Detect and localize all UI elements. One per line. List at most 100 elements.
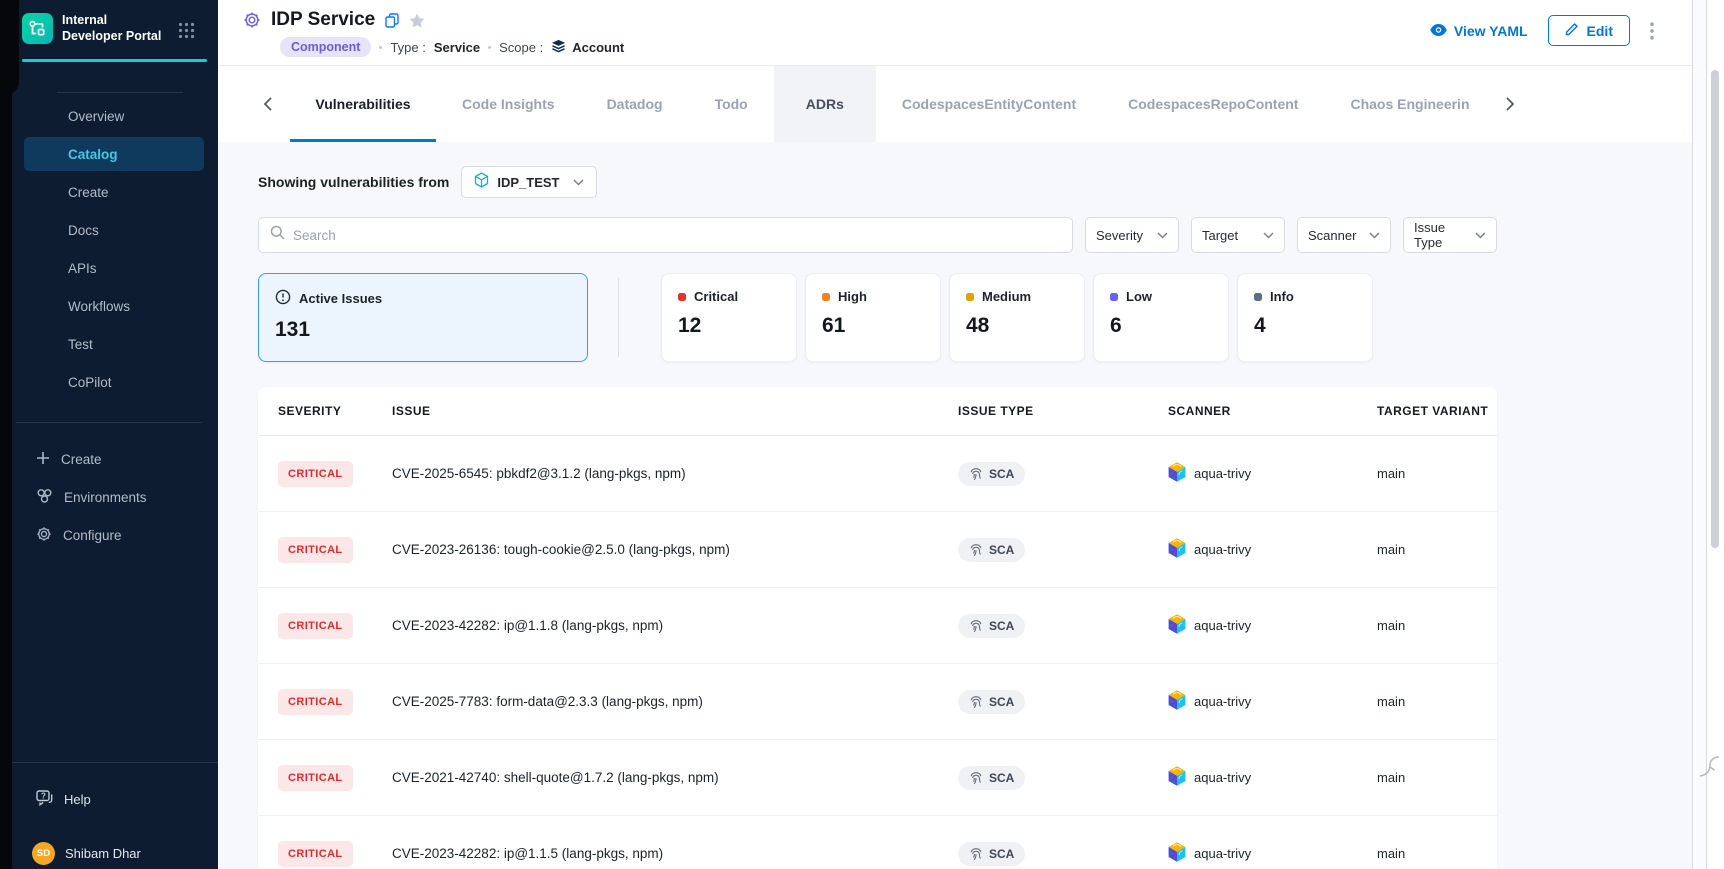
info-card[interactable]: Info 4 [1237,273,1373,362]
table-row[interactable]: CRITICAL CVE-2023-42282: ip@1.1.5 (lang-… [258,816,1497,869]
issue-type-label: SCA [989,619,1014,633]
column-scanner: SCANNER [1168,404,1377,418]
source-select[interactable]: IDP_TEST [461,166,597,198]
table-row[interactable]: CRITICAL CVE-2025-6545: pbkdf2@3.1.2 (la… [258,436,1497,512]
sidebar-item-docs[interactable]: Docs [24,213,204,247]
target-variant: main [1377,846,1497,861]
scanner-name: aqua-trivy [1194,770,1251,785]
tab-label: Vulnerabilities [315,96,410,112]
table-row[interactable]: CRITICAL CVE-2023-42282: ip@1.1.8 (lang-… [258,588,1497,664]
sidebar-item-environments[interactable]: Environments [36,478,206,516]
severity-badge: CRITICAL [278,461,353,487]
tab-label: Todo [715,96,748,112]
table-row[interactable]: CRITICAL CVE-2021-42740: shell-quote@1.7… [258,740,1497,816]
aqua-trivy-icon [1168,842,1186,865]
sidebar-item-label: Create [61,452,102,467]
outer-nav-rail [0,0,12,869]
critical-dot [678,293,686,301]
filter-label: Issue Type [1414,220,1475,250]
vertical-scrollbar-thumb[interactable] [1711,70,1719,548]
sidebar-secondary-nav: Create Environments Configure [36,440,206,554]
sidebar-item-create[interactable]: Create [24,175,204,209]
sidebar-accent-line [22,59,207,62]
sidebar: Internal Developer Portal Overview Catal… [0,0,218,869]
filter-label: Severity [1096,228,1143,243]
tab-adrs[interactable]: ADRs [774,66,876,142]
scanner-filter[interactable]: Scanner [1297,217,1391,253]
sidebar-item-label: CoPilot [68,375,112,390]
sidebar-item-copilot[interactable]: CoPilot [24,365,204,399]
issue-type-badge: SCA [958,766,1025,790]
view-yaml-button[interactable]: View YAML [1430,23,1528,39]
issue-text: CVE-2023-26136: tough-cookie@2.5.0 (lang… [392,542,958,557]
card-label: Info [1270,289,1294,304]
card-value: 48 [966,314,1068,338]
tab-vulnerabilities[interactable]: Vulnerabilities [290,66,436,142]
tabs-scroll-left-icon[interactable] [264,97,272,111]
edit-button[interactable]: Edit [1548,15,1630,46]
logo-icon [22,13,53,44]
sidebar-item-overview[interactable]: Overview [24,99,204,133]
avatar: SD [32,842,55,865]
tab-label: ADRs [806,96,844,112]
tabs-scroll-right-icon[interactable] [1506,97,1514,111]
copy-icon[interactable] [385,13,399,28]
sidebar-item-configure[interactable]: Configure [36,516,206,554]
fingerprint-icon [969,619,983,633]
user-menu[interactable]: SD Shibam Dhar [32,842,141,865]
sidebar-item-catalog[interactable]: Catalog [24,137,204,171]
tab-todo[interactable]: Todo [689,66,774,142]
target-variant: main [1377,694,1497,709]
more-options-kebab-icon[interactable] [1650,22,1654,40]
entity-meta: Component Type : Service Scope : Account [280,36,624,58]
high-card[interactable]: High 61 [805,273,941,362]
low-dot [1110,293,1118,301]
aqua-trivy-icon [1168,538,1186,561]
scanner-name: aqua-trivy [1194,694,1251,709]
fingerprint-icon [969,695,983,709]
app-title: Internal Developer Portal [62,13,162,44]
sidebar-item-label: Catalog [68,147,118,162]
issue-type-badge: SCA [958,538,1025,562]
issue-text: CVE-2023-42282: ip@1.1.5 (lang-pkgs, npm… [392,846,958,861]
table-row[interactable]: CRITICAL CVE-2025-7783: form-data@2.3.3 … [258,664,1497,740]
table-row[interactable]: CRITICAL CVE-2023-26136: tough-cookie@2.… [258,512,1497,588]
medium-card[interactable]: Medium 48 [949,273,1085,362]
support-widget-icon[interactable] [1698,750,1722,783]
sidebar-item-apis[interactable]: APIs [24,251,204,285]
tab-datadog[interactable]: Datadog [581,66,689,142]
target-filter[interactable]: Target [1191,217,1285,253]
issue-type-filter[interactable]: Issue Type [1403,217,1497,253]
severity-filter[interactable]: Severity [1085,217,1179,253]
tab-label: Code Insights [462,96,555,112]
scanner-name: aqua-trivy [1194,618,1251,633]
fingerprint-icon [969,467,983,481]
target-variant: main [1377,466,1497,481]
favorite-star-icon[interactable] [409,13,425,28]
scanner-name: aqua-trivy [1194,846,1251,861]
target-variant: main [1377,618,1497,633]
sidebar-item-label: Create [68,185,109,200]
app-grid-icon[interactable] [178,22,195,44]
aqua-trivy-icon [1168,766,1186,789]
tab-code-insights[interactable]: Code Insights [436,66,581,142]
sidebar-item-workflows[interactable]: Workflows [24,289,204,323]
low-card[interactable]: Low 6 [1093,273,1229,362]
issue-text: CVE-2025-7783: form-data@2.3.3 (lang-pkg… [392,694,958,709]
scanner-name: aqua-trivy [1194,466,1251,481]
tab-chaos-engineering[interactable]: Chaos Engineerin [1324,66,1495,142]
issue-type-label: SCA [989,771,1014,785]
sidebar-item-create-action[interactable]: Create [36,440,206,478]
sidebar-item-label: Test [68,337,93,352]
card-label: Low [1126,289,1152,304]
help-button[interactable]: ? Help [36,788,91,810]
severity-badge: CRITICAL [278,537,353,563]
search-input[interactable] [293,228,1061,243]
critical-card[interactable]: Critical 12 [661,273,797,362]
sidebar-item-test[interactable]: Test [24,327,204,361]
tab-codespaces-repo-content[interactable]: CodespacesRepoContent [1102,66,1324,142]
tab-codespaces-entity-content[interactable]: CodespacesEntityContent [876,66,1102,142]
help-label: Help [64,792,91,807]
scope-value: Account [572,40,624,55]
active-issues-card[interactable]: Active Issues 131 [258,273,588,362]
